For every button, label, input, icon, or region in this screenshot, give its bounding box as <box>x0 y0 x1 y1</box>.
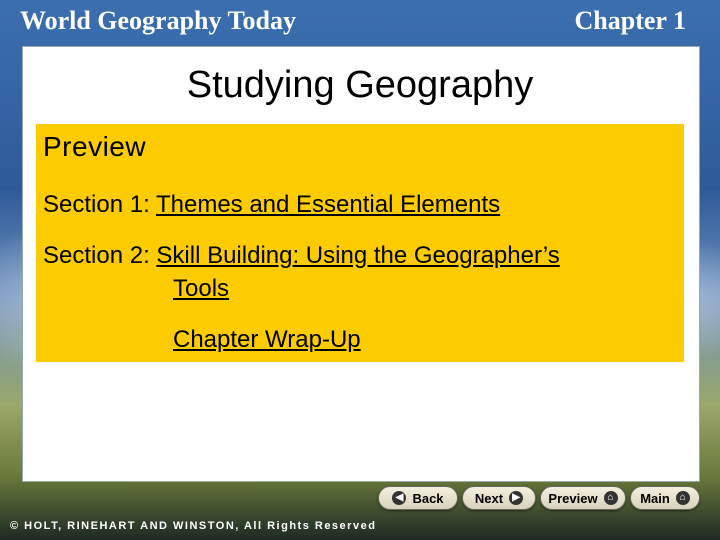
book-title: World Geography Today <box>20 6 296 35</box>
section2-row: Section 2: Skill Building: Using the Geo… <box>43 242 560 270</box>
slide-title: Studying Geography <box>186 64 534 106</box>
next-label: Next <box>474 490 504 506</box>
main-button[interactable]: Main ⌂ <box>630 486 700 510</box>
section2-link-continued[interactable]: Tools <box>173 275 229 303</box>
chevron-left-icon: ◀ <box>392 491 407 505</box>
preview-heading: Preview <box>43 131 147 162</box>
home-icon: ⌂ <box>603 491 618 505</box>
preview-button[interactable]: Preview ⌂ <box>540 486 626 510</box>
section2-prefix: Section 2: <box>43 242 150 269</box>
chapter-wrapup-link[interactable]: Chapter Wrap-Up <box>173 326 361 354</box>
home-icon: ⌂ <box>675 491 690 505</box>
next-button[interactable]: Next ▶ <box>462 486 536 510</box>
chevron-right-icon: ▶ <box>509 491 524 505</box>
preview-label: Preview <box>548 490 598 506</box>
back-button[interactable]: ◀ Back <box>378 486 458 510</box>
section1-link[interactable]: Themes and Essential Elements <box>156 191 500 218</box>
copyright-footer: © HOLT, RINEHART AND WINSTON, All Rights… <box>10 520 377 532</box>
main-label: Main <box>640 490 670 506</box>
section2-link[interactable]: Skill Building: Using the Geographer’s <box>156 242 559 269</box>
section1-row: Section 1: Themes and Essential Elements <box>43 191 500 219</box>
chapter-label: Chapter 1 <box>574 6 686 35</box>
back-label: Back <box>412 490 444 506</box>
section1-prefix: Section 1: <box>43 191 150 218</box>
